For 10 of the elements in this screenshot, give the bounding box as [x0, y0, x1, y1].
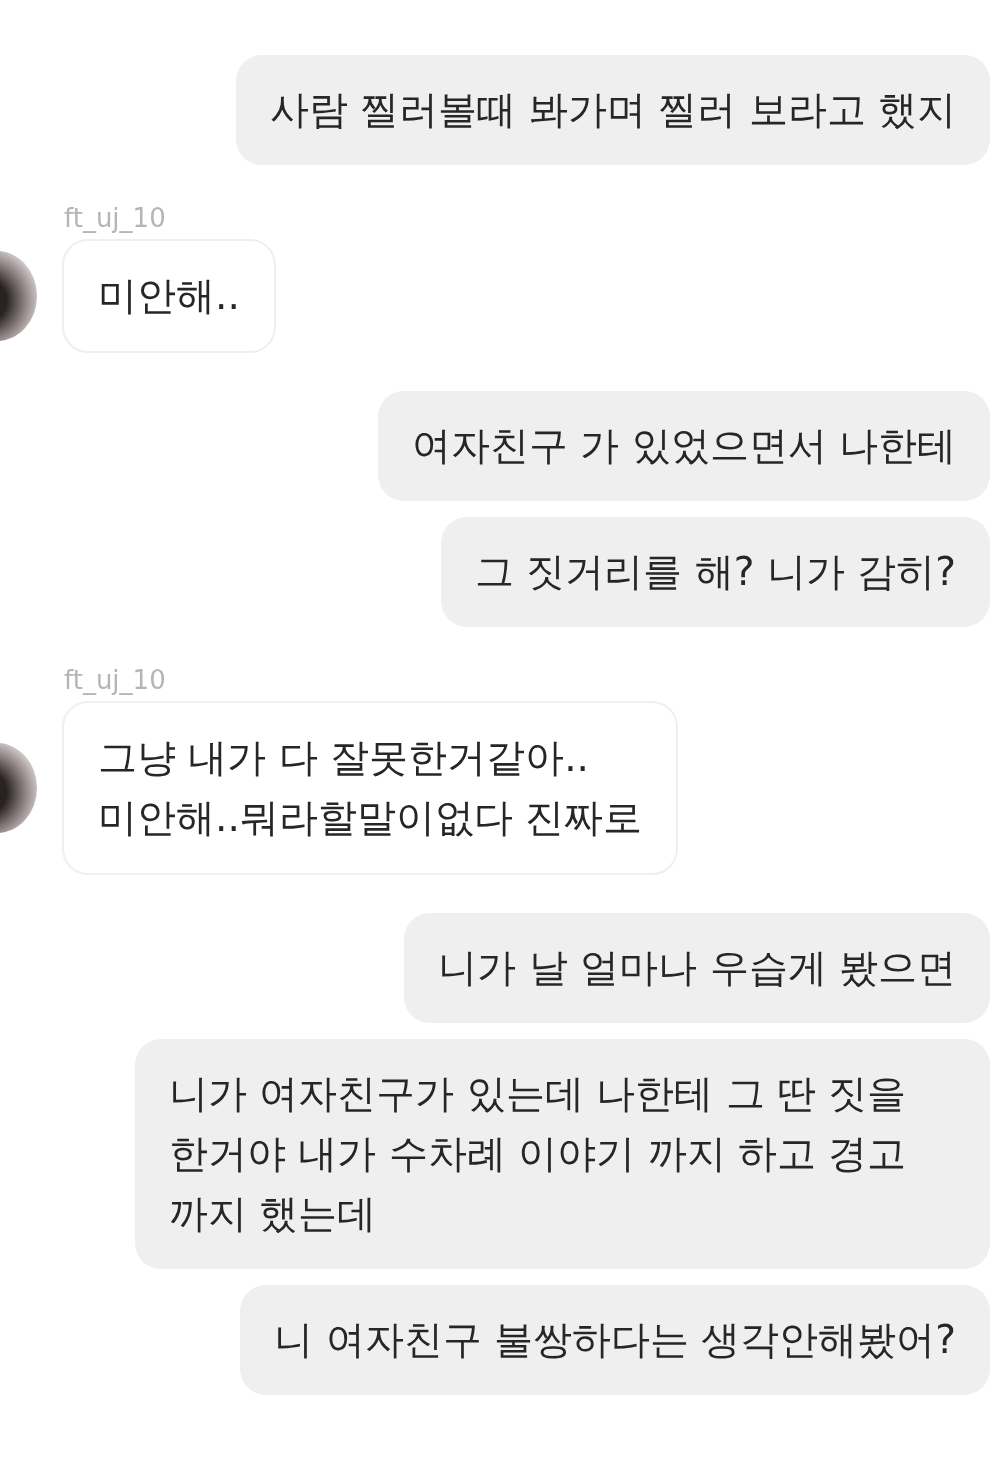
message-bubble: 니가 여자친구가 있는데 나한테 그 딴 짓을 한거야 내가 수차례 이야기 까지 하고 경고 까지 했는데 [135, 1039, 990, 1269]
message-bubble: 니가 날 얼마나 우습게 봤으면 [404, 913, 990, 1023]
message-bubble: 여자친구 가 있었으면서 나한테 [377, 391, 990, 501]
username: ft_uj_10 [64, 203, 167, 233]
username: ft_uj_10 [64, 665, 167, 695]
message-bubble: 사람 찔러볼때 봐가며 찔러 보라고 했지 [236, 55, 990, 165]
message-bubble: 그 짓거리를 해? 니가 감히? [441, 517, 990, 627]
message-bubble: 그냥 내가 다 잘못한거같아.. 미안해..뭐라할말이없다 진짜로 [62, 701, 679, 875]
message-bubble: 니 여자친구 불쌍하다는 생각안해봤어? [240, 1285, 990, 1395]
message-bubble: 미안해.. [62, 239, 276, 353]
